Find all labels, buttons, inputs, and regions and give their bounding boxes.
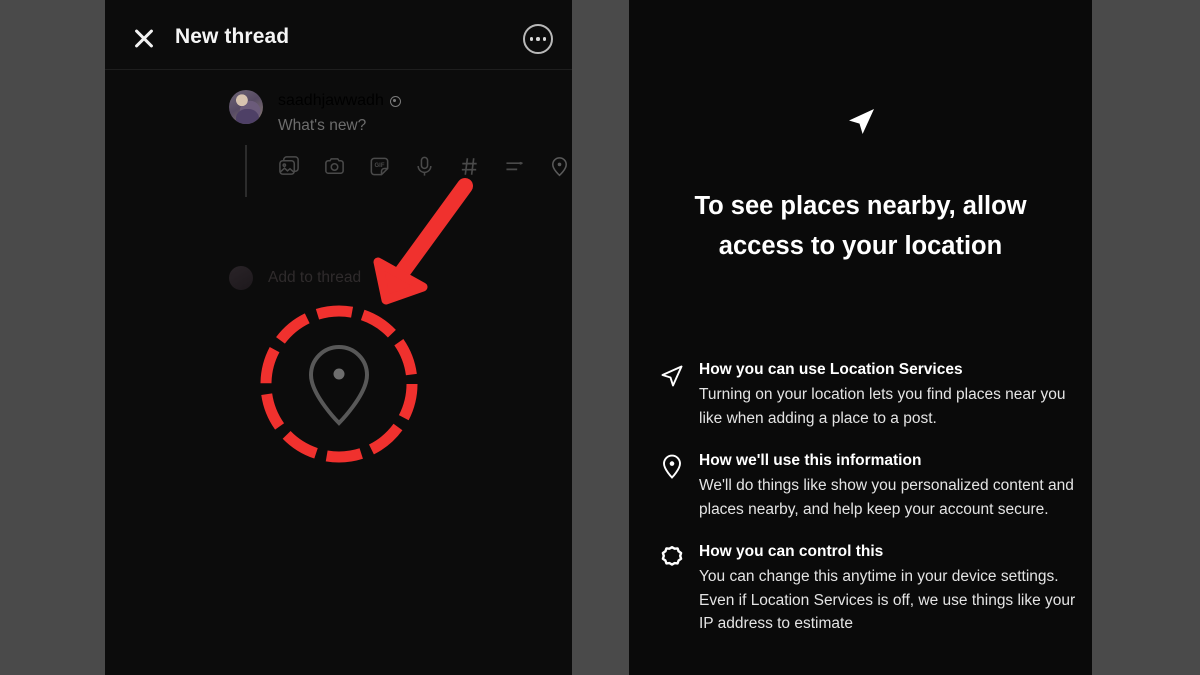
verified-badge-icon — [389, 95, 401, 107]
navigation-arrow-icon — [659, 363, 685, 389]
avatar — [229, 90, 263, 124]
gif-icon[interactable]: GIF — [368, 155, 391, 178]
list-item-body: You can change this anytime in your devi… — [699, 568, 1076, 632]
permission-title: To see places nearby, allow access to yo… — [694, 192, 1027, 260]
hashtag-icon[interactable] — [458, 155, 481, 178]
list-item-heading: How you can use Location Services — [699, 361, 963, 378]
svg-text:GIF: GIF — [375, 163, 385, 169]
annotation-arrow — [345, 170, 485, 320]
page-title: New thread — [175, 25, 290, 48]
username-row: saadhjawwadh — [278, 92, 401, 110]
settings-gear-icon — [659, 545, 685, 571]
microphone-icon[interactable] — [413, 155, 436, 178]
composer-placeholder[interactable]: What's new? — [278, 117, 366, 135]
navigation-arrow-icon — [843, 104, 879, 140]
list-item-heading: How you can control this — [699, 543, 884, 560]
dot — [542, 37, 547, 41]
avatar — [229, 266, 253, 290]
list-item-body: We'll do things like show you personaliz… — [699, 477, 1074, 518]
close-icon[interactable] — [130, 24, 158, 52]
location-pin-icon — [303, 343, 375, 427]
poll-icon[interactable] — [503, 155, 526, 178]
permission-info-list: How you can use Location Services Turnin… — [629, 360, 1092, 657]
list-item: How you can use Location Services Turnin… — [629, 360, 1092, 430]
list-item: How we'll use this information We'll do … — [629, 451, 1092, 521]
list-item-heading: How we'll use this information — [699, 452, 922, 469]
panel-header: New thread — [105, 0, 572, 70]
thread-connector-line — [245, 145, 247, 197]
add-to-thread-label: Add to thread — [268, 269, 362, 286]
screenshot-stage: New thread saadhjawwadh What's new? GIF … — [0, 0, 1200, 675]
list-item-body: Turning on your location lets you find p… — [699, 386, 1066, 427]
location-pin-icon[interactable] — [548, 155, 571, 178]
list-item: How you can control this You can change … — [629, 542, 1092, 636]
gallery-icon[interactable] — [278, 155, 301, 178]
location-permission-panel: To see places nearby, allow access to yo… — [629, 0, 1092, 675]
add-to-thread-row[interactable]: Add to thread — [229, 266, 361, 290]
more-options-icon[interactable] — [523, 24, 553, 54]
composer-toolbar: GIF — [278, 155, 571, 178]
username: saadhjawwadh — [278, 92, 384, 109]
dot — [529, 37, 534, 41]
location-pin-icon — [659, 454, 685, 480]
dot — [536, 37, 540, 41]
new-thread-panel: New thread saadhjawwadh What's new? GIF … — [105, 0, 572, 675]
camera-icon[interactable] — [323, 155, 346, 178]
